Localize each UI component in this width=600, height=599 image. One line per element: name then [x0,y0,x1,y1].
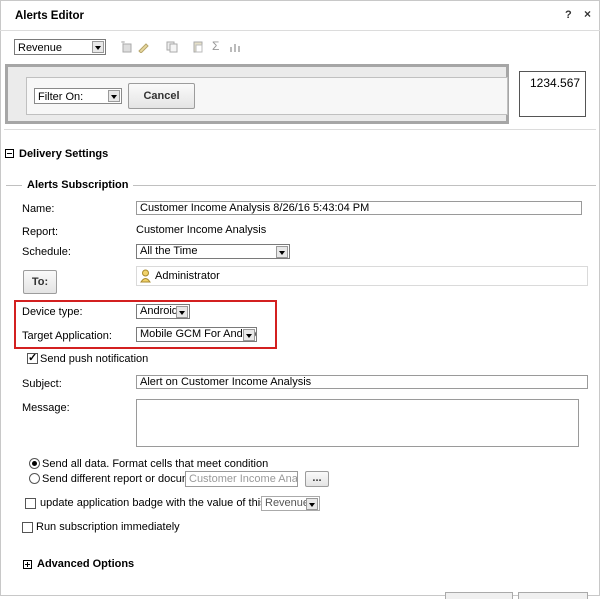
report-label: Report: [22,226,59,238]
insert-icon[interactable] [120,41,132,53]
push-notification-label: Send push notification [40,353,149,365]
chevron-down-icon[interactable] [92,41,104,53]
target-app-value: Mobile GCM For Android [140,328,257,340]
chevron-down-icon[interactable] [276,246,288,258]
copy-icon[interactable] [166,41,178,53]
target-app-label: Target Application: [22,330,112,342]
cancel-button[interactable]: Cancel [128,83,195,109]
schedule-select-value: All the Time [140,245,198,257]
alerts-subscription-title: Alerts Subscription [22,179,134,191]
recipient-name: Administrator [155,270,220,282]
chevron-down-icon[interactable] [108,90,120,102]
paste-icon[interactable] [192,41,204,53]
sigma-icon[interactable]: Σ [212,39,219,53]
schedule-select[interactable]: All the Time [136,244,290,259]
name-label: Name: [22,203,55,215]
send-different-label: Send different report or document [42,473,207,485]
device-type-value: Android [140,305,178,317]
chart-icon[interactable] [229,41,241,53]
badge-checkbox[interactable] [25,498,36,509]
device-type-label: Device type: [22,306,83,318]
message-label: Message: [22,402,70,414]
send-all-radio[interactable] [29,458,40,469]
to-button[interactable]: To: [23,270,57,294]
browse-button[interactable]: ... [305,471,329,487]
advanced-options-title: Advanced Options [37,558,135,570]
badge-metric-select[interactable]: Revenue [261,496,320,511]
target-app-select[interactable]: Mobile GCM For Android [136,327,257,342]
chevron-down-icon[interactable] [176,306,188,318]
value-display: 1234.567 [519,71,586,117]
report-value: Customer Income Analysis [136,224,267,236]
send-different-radio[interactable] [29,473,40,484]
schedule-label: Schedule: [22,246,71,258]
send-all-label: Send all data. Format cells that meet co… [42,458,269,470]
panel-separator [4,129,596,130]
metric-select[interactable]: Revenue [14,39,106,55]
different-report-input[interactable]: Customer Income Analysis [185,471,298,487]
device-type-select[interactable]: Android [136,304,190,319]
user-icon [140,269,151,283]
name-input[interactable]: Customer Income Analysis 8/26/16 5:43:04… [136,201,582,215]
badge-metric-value: Revenue [265,497,310,509]
subject-input[interactable]: Alert on Customer Income Analysis [136,375,588,389]
collapse-icon[interactable] [5,149,14,158]
chevron-down-icon[interactable] [243,329,255,341]
metric-select-value: Revenue [18,42,63,54]
filter-select[interactable]: Filter On: [34,88,122,104]
title-separator [0,30,600,31]
expand-icon[interactable] [23,560,32,569]
push-notification-checkbox[interactable] [27,351,38,364]
subject-label: Subject: [22,378,62,390]
edit-icon[interactable] [137,41,149,53]
delivery-settings-title: Delivery Settings [19,148,109,160]
dialog-title: Alerts Editor [15,10,85,22]
filter-select-value: Filter On: [38,91,84,103]
message-textarea[interactable] [136,399,579,447]
chevron-down-icon[interactable] [306,498,318,510]
close-button[interactable]: × [584,7,591,21]
badge-label: update application badge with the value … [40,497,299,509]
help-button[interactable]: ? [565,9,572,21]
run-immediately-checkbox[interactable] [22,522,33,533]
run-immediately-label: Run subscription immediately [36,521,180,533]
